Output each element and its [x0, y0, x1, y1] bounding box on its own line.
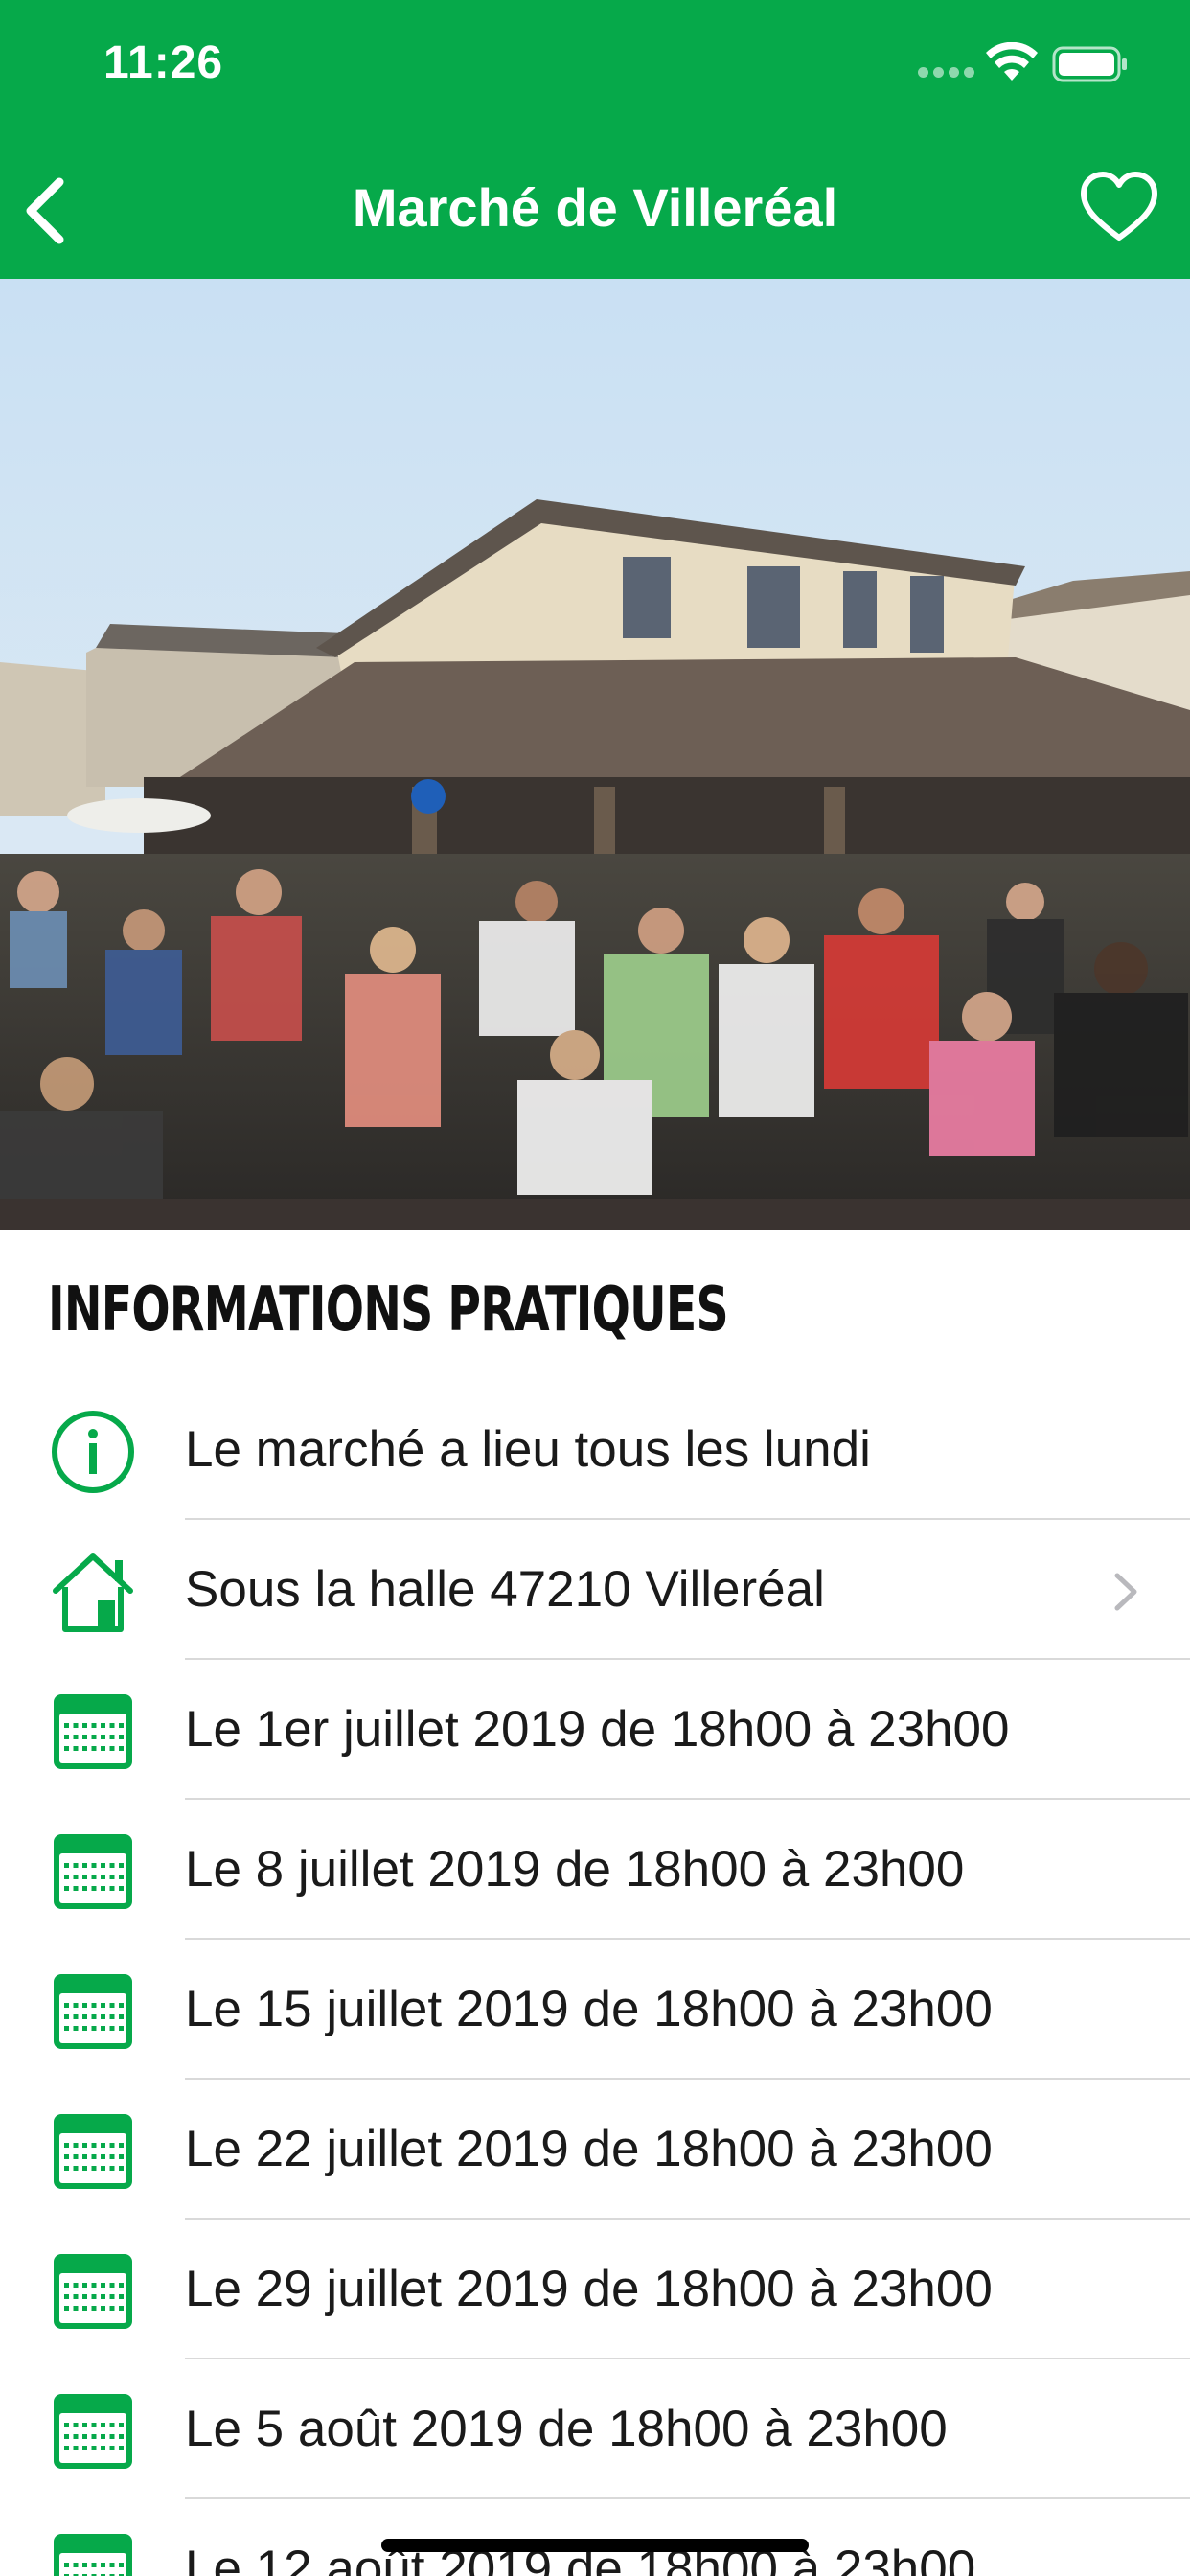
cellular-signal-icon: [918, 67, 975, 79]
page-title: Marché de Villeréal: [352, 177, 838, 238]
market-photo: [0, 279, 1190, 1230]
date-text: Le 29 juillet 2019 de 18h00 à 23h00: [185, 2261, 993, 2317]
home-icon: [53, 1553, 133, 1632]
chevron-right-icon: [1114, 1573, 1137, 1611]
address-text: Sous la halle 47210 Villeréal: [185, 1561, 825, 1618]
info-row-date: Le 15 juillet 2019 de 18h00 à 23h00: [0, 1940, 1190, 2080]
nav-header: 11:26 Marché de Villeréal: [0, 0, 1190, 279]
calendar-icon: [54, 1974, 132, 2049]
info-row-date: Le 12 août 2019 de 18h00 à 23h00: [0, 2499, 1190, 2576]
calendar-icon: [54, 2534, 132, 2576]
info-row-schedule: Le marché a lieu tous les lundi: [0, 1380, 1190, 1520]
info-row-date: Le 5 août 2019 de 18h00 à 23h00: [0, 2359, 1190, 2499]
date-text: Le 22 juillet 2019 de 18h00 à 23h00: [185, 2121, 993, 2177]
info-row-address[interactable]: Sous la halle 47210 Villeréal: [0, 1520, 1190, 1660]
date-text: Le 8 juillet 2019 de 18h00 à 23h00: [185, 1841, 965, 1898]
schedule-text: Le marché a lieu tous les lundi: [185, 1421, 871, 1478]
info-row-date: Le 1er juillet 2019 de 18h00 à 23h00: [0, 1660, 1190, 1800]
date-text: Le 5 août 2019 de 18h00 à 23h00: [185, 2401, 948, 2457]
hero-image: [0, 279, 1190, 1230]
battery-icon: [1052, 46, 1127, 82]
info-icon: [52, 1411, 134, 1493]
calendar-icon: [54, 2114, 132, 2189]
calendar-icon: [54, 1694, 132, 1769]
heart-outline-icon: [1081, 172, 1157, 241]
section-title: INFORMATIONS PRATIQUES: [48, 1275, 729, 1346]
favorite-button[interactable]: [1078, 169, 1160, 245]
info-row-date: Le 29 juillet 2019 de 18h00 à 23h00: [0, 2220, 1190, 2359]
status-time: 11:26: [103, 37, 224, 88]
calendar-icon: [54, 2394, 132, 2469]
date-text: Le 15 juillet 2019 de 18h00 à 23h00: [185, 1981, 993, 2037]
calendar-icon: [54, 2254, 132, 2329]
home-indicator[interactable]: [381, 2539, 809, 2552]
info-row-date: Le 22 juillet 2019 de 18h00 à 23h00: [0, 2080, 1190, 2220]
info-row-date: Le 8 juillet 2019 de 18h00 à 23h00: [0, 1800, 1190, 1940]
wifi-icon: [986, 42, 1038, 80]
calendar-icon: [54, 1834, 132, 1909]
date-text: Le 1er juillet 2019 de 18h00 à 23h00: [185, 1701, 1010, 1758]
info-list: Le marché a lieu tous les lundi Sous la …: [0, 1380, 1190, 2576]
